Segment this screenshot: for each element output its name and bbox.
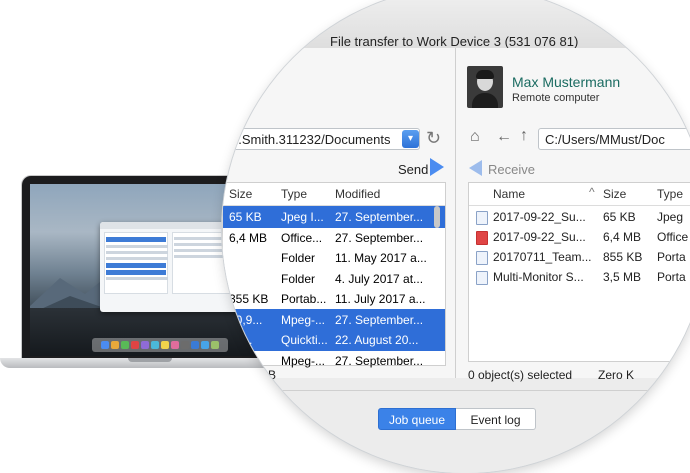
back-arrow-icon[interactable]: ← — [496, 128, 512, 146]
table-row[interactable]: 65 KB Jpeg I... 27. September... — [223, 206, 445, 228]
cell-modified: 11. July 2017 a... — [335, 292, 426, 306]
cell-size: 40,9... — [229, 312, 263, 327]
column-header-type[interactable]: Type — [657, 187, 683, 201]
table-row[interactable]: 2017-09-22_Su... 6,4 MB Office — [469, 226, 690, 248]
cell-name: 2017-09-22_Su... — [493, 230, 586, 244]
cell-size: 355 KB — [229, 292, 269, 306]
laptop-notch — [128, 358, 172, 362]
bottom-toolbar — [222, 390, 690, 473]
cell-type: Porta — [657, 250, 686, 264]
cell-type: Folder — [281, 251, 316, 265]
local-status: B — [268, 368, 277, 382]
send-button[interactable]: Send — [398, 162, 428, 177]
send-arrow-icon[interactable] — [430, 158, 444, 176]
cell-size: 6,4 MB — [603, 230, 642, 244]
table-row[interactable]: 15... Quickti... 22. August 20... — [223, 329, 445, 351]
remote-avatar — [467, 66, 503, 108]
path-dropdown-icon[interactable]: ▾ — [402, 130, 419, 148]
remote-path-field[interactable]: C:/Users/MMust/Doc — [538, 128, 690, 150]
home-icon[interactable]: ⌂ — [470, 128, 480, 146]
refresh-icon[interactable]: ↻ — [426, 128, 441, 149]
table-row[interactable]: 20170711_Team... 855 KB Porta — [469, 246, 690, 268]
cell-type: Folder — [281, 271, 316, 286]
cell-modified: 27. September... — [335, 312, 424, 327]
file-icon — [476, 271, 488, 285]
column-header-size[interactable]: Size — [603, 187, 626, 201]
table-row[interactable]: Folder 11. May 2017 a... — [223, 247, 445, 269]
cell-modified: 11. May 2017 a... — [335, 251, 427, 265]
mini-filetransfer-window — [100, 222, 240, 312]
table-row[interactable]: 2017-09-22_Su... 65 KB Jpeg — [469, 206, 690, 228]
cell-type: Jpeg I... — [281, 210, 324, 224]
cell-modified: 22. August 20... — [335, 333, 419, 347]
cell-type: Jpeg — [657, 210, 684, 224]
cell-type: Mpeg-... — [281, 353, 326, 368]
cell-size: 65 KB — [229, 210, 262, 224]
cell-name: Multi-Monitor S... — [493, 270, 584, 284]
remote-user-name: Max Mustermann — [512, 74, 621, 90]
local-file-table: Size Type Modified 65 KB Jpeg I... 27. Sep… — [222, 182, 446, 368]
column-header-size[interactable]: Size — [229, 187, 252, 201]
up-arrow-icon[interactable]: ↑ — [520, 127, 528, 145]
cell-modified: 27. September... — [335, 230, 424, 245]
remote-size-status: Zero K — [598, 368, 635, 382]
table-row[interactable]: 40,9... Mpeg-... 27. September... — [223, 308, 445, 331]
column-header-type[interactable]: Type — [281, 187, 307, 201]
column-header-modified[interactable]: Modified — [335, 187, 380, 201]
receive-button[interactable]: Receive — [488, 162, 535, 177]
table-row[interactable]: Folder 4. July 2017 at... — [223, 268, 445, 290]
pdf-file-icon — [476, 231, 488, 245]
local-scrollbar[interactable] — [434, 206, 440, 228]
cell-modified: 27. September... — [335, 210, 424, 224]
dock — [92, 338, 228, 352]
cell-size: 65 KB — [603, 210, 636, 224]
sort-ascending-icon: ^ — [589, 185, 595, 199]
column-header-name[interactable]: Name — [493, 187, 525, 201]
tab-event-log[interactable]: Event log — [456, 408, 536, 430]
cell-name: 20170711_Team... — [493, 250, 592, 264]
cell-type: Portab... — [281, 292, 327, 306]
table-row[interactable]: 355 KB Portab... 11. July 2017 a... — [223, 288, 445, 310]
remote-user-subtitle: Remote computer — [512, 92, 600, 104]
cell-type: Office... — [281, 230, 323, 245]
receive-arrow-icon[interactable] — [469, 160, 482, 176]
cell-size: 855 KB — [603, 250, 643, 264]
table-row[interactable]: Mpeg-... 27. September... — [223, 350, 445, 372]
cell-size: 15... — [229, 333, 253, 347]
cell-type: Mpeg-... — [281, 312, 326, 327]
cell-modified: 4. July 2017 at... — [335, 271, 424, 286]
remote-table-header: Name ^ Size Type — [469, 183, 690, 206]
remote-selection-status: 0 object(s) selected — [468, 368, 573, 382]
cell-type: Office — [657, 230, 689, 244]
file-icon — [476, 251, 488, 265]
table-row[interactable]: 6,4 MB Office... 27. September... — [223, 227, 445, 249]
table-row[interactable]: Multi-Monitor S... 3,5 MB Porta — [469, 266, 690, 288]
local-table-header: Size Type Modified — [223, 183, 445, 206]
cell-modified: 27. September... — [335, 353, 424, 368]
remote-file-table: Name ^ Size Type 2017-09-22_Su... 65 KB Jp… — [468, 182, 690, 362]
window-title: File transfer to Work Device 3 (531 076 … — [330, 34, 579, 49]
local-path-field[interactable]: n.Smith.311232/Documents — [222, 128, 420, 150]
magnifier-lens: File transfer to Work Device 3 (531 076 … — [222, 0, 690, 473]
image-file-icon — [476, 211, 488, 225]
cell-type: Quickti... — [281, 333, 328, 347]
cell-name: 2017-09-22_Su... — [493, 210, 586, 224]
cell-type: Porta — [657, 270, 686, 284]
cell-size: 6,4 MB — [229, 230, 268, 245]
cell-size: 3,5 MB — [603, 270, 642, 284]
tab-job-queue[interactable]: Job queue — [378, 408, 456, 430]
